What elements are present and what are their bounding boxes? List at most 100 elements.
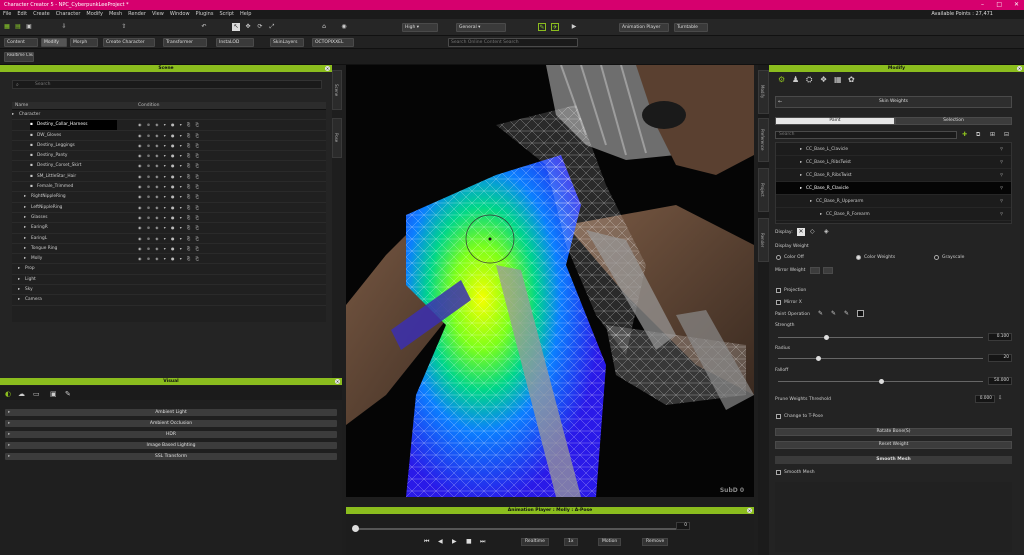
- condition-icons[interactable]: ◉ ⊕ ◈ ▾ ● ▾ ⎘ ⎗: [138, 223, 201, 233]
- mirror-right-button[interactable]: [823, 267, 833, 274]
- prev-key-icon[interactable]: ⏮: [424, 538, 429, 546]
- export-icon[interactable]: ⇧: [120, 23, 128, 31]
- pose-icon[interactable]: ✎: [538, 23, 546, 31]
- create-character-button[interactable]: Create Character: [103, 38, 155, 47]
- play-icon[interactable]: ▶: [452, 538, 457, 545]
- scene-tree-row[interactable]: ▸ Glasses ◉ ⊕ ◈ ▾ ● ▾ ⎘ ⎗: [12, 213, 326, 224]
- projection-checkbox[interactable]: [776, 288, 781, 293]
- open-project-icon[interactable]: ▤: [14, 23, 22, 31]
- grayscale-radio[interactable]: [934, 255, 939, 260]
- speed-dropdown[interactable]: 1x: [564, 538, 578, 546]
- expand-arrow-icon[interactable]: ▸: [24, 192, 26, 202]
- item-type-icon[interactable]: ▪: [30, 161, 33, 171]
- color-off-radio[interactable]: [776, 255, 781, 260]
- scene-tree-row[interactable]: ▪ Female_Trimmed ◉ ⊕ ◈ ▾ ● ▾ ⎘ ⎗: [12, 182, 326, 193]
- rotate-bones-button[interactable]: Rotate Bone(S): [775, 428, 1012, 436]
- smooth-mesh-section[interactable]: Smooth Mesh: [775, 456, 1012, 464]
- stop-icon[interactable]: ■: [466, 538, 472, 545]
- close-icon[interactable]: ✕: [747, 508, 752, 513]
- camera-icon[interactable]: ◉: [340, 23, 348, 31]
- scene-tree-row[interactable]: ▸ LeftNippleRing ◉ ⊕ ◈ ▾ ● ▾ ⎘ ⎗: [12, 203, 326, 213]
- replace-brush-icon[interactable]: [857, 310, 864, 317]
- timeline-scrubber[interactable]: [352, 525, 359, 532]
- modify-attribute-icon[interactable]: ⚙: [778, 75, 785, 84]
- menu-item-edit[interactable]: Edit: [14, 10, 30, 19]
- scene-tree-row[interactable]: ▪ Destiny_Leggings ◉ ⊕ ◈ ▾ ● ▾ ⎘ ⎗: [12, 141, 326, 152]
- shape-icon[interactable]: ❖: [820, 75, 827, 84]
- add-brush-icon[interactable]: ✎: [818, 310, 823, 317]
- lock-icon[interactable]: ⚲: [1000, 182, 1003, 195]
- item-type-icon[interactable]: ▪: [30, 131, 33, 141]
- close-icon[interactable]: ✕: [1017, 66, 1022, 71]
- bone-list-item[interactable]: ▸ CC_Base_L_Clavicle ⚲: [776, 143, 1011, 156]
- scene-tree-row[interactable]: ▸ Molly ◉ ⊕ ◈ ▾ ● ▾ ⎘ ⎗: [12, 254, 326, 265]
- tab-paint[interactable]: Paint: [775, 117, 895, 125]
- scale-tool-icon[interactable]: ⤢: [268, 23, 276, 31]
- condition-icons[interactable]: ◉ ⊕ ◈ ▾ ● ▾ ⎘ ⎗: [138, 131, 201, 141]
- mesh-display-icon[interactable]: ◈: [824, 228, 829, 235]
- condition-icons[interactable]: ◉ ⊕ ◈ ▾ ● ▾ ⎘ ⎗: [138, 182, 201, 192]
- condition-icons[interactable]: ◉ ⊕ ◈ ▾ ● ▾ ⎘ ⎗: [138, 151, 201, 161]
- motion-button[interactable]: Motion: [598, 538, 622, 546]
- scene-tree-row[interactable]: ▸ EaringL ◉ ⊕ ◈ ▾ ● ▾ ⎘ ⎗: [12, 234, 326, 244]
- close-icon[interactable]: ✕: [335, 379, 340, 384]
- bone-list-item[interactable]: ▸ CC_Base_R_Upperarm ⚲: [776, 195, 1011, 208]
- mirror-left-button[interactable]: [810, 267, 820, 274]
- turntable-button[interactable]: Turntable: [674, 23, 708, 32]
- online-search-input[interactable]: Search Online Content Search: [448, 38, 578, 47]
- close-icon[interactable]: ✕: [325, 66, 330, 71]
- condition-icons[interactable]: ◉ ⊕ ◈ ▾ ● ▾ ⎘ ⎗: [138, 161, 201, 171]
- visual-section-row[interactable]: ▸ Image Based Lighting: [5, 442, 337, 449]
- condition-icons[interactable]: ◉ ⊕ ◈ ▾ ● ▾ ⎘ ⎗: [138, 141, 201, 151]
- expand-arrow-icon[interactable]: ▸: [24, 223, 26, 233]
- close-button[interactable]: ✕: [1014, 0, 1019, 10]
- save-icon[interactable]: ▣: [25, 23, 33, 31]
- lock-icon[interactable]: ⚲: [1000, 208, 1003, 221]
- menu-item-file[interactable]: File: [0, 10, 14, 19]
- bone-display-icon[interactable]: ✕: [797, 228, 805, 236]
- smooth-brush-icon[interactable]: ✎: [844, 310, 849, 317]
- prune-threshold-field[interactable]: 0.000: [975, 395, 995, 403]
- item-type-icon[interactable]: ▪: [30, 172, 33, 182]
- menu-item-create[interactable]: Create: [30, 10, 53, 19]
- next-key-icon[interactable]: ⏭: [480, 538, 485, 546]
- condition-icons[interactable]: ◉ ⊕ ◈ ▾ ● ▾ ⎘ ⎗: [138, 244, 201, 254]
- menu-item-render[interactable]: Render: [125, 10, 149, 19]
- expand-arrow-icon[interactable]: ▸: [810, 195, 812, 208]
- tab-render[interactable]: Render: [758, 218, 769, 262]
- morph-button[interactable]: Morph: [70, 38, 98, 47]
- checker-icon[interactable]: ▦: [834, 75, 842, 84]
- scene-tree-row[interactable]: ▸ Camera: [12, 295, 326, 306]
- scene-tree-row[interactable]: ▸ Prop: [12, 264, 326, 275]
- pick-bone-icon[interactable]: ✚: [962, 131, 967, 138]
- image-icon[interactable]: ▣: [50, 390, 57, 398]
- undo-icon[interactable]: ↶: [200, 23, 208, 31]
- menu-item-help[interactable]: Help: [237, 10, 254, 19]
- realtime-clean-tab[interactable]: Realtime Clean: [4, 52, 34, 62]
- bone-list-item[interactable]: ▸ CC_Base_R_RibsTwist ⚲: [776, 169, 1011, 182]
- material-icon[interactable]: ⛭: [806, 75, 812, 85]
- back-arrow-icon[interactable]: ←: [778, 99, 782, 105]
- strength-field[interactable]: 0.100: [988, 333, 1012, 341]
- step-back-icon[interactable]: ◀: [438, 538, 443, 545]
- tab-scene[interactable]: Scene: [332, 70, 342, 110]
- scene-tree-row[interactable]: ▸ Tongue Ring ◉ ⊕ ◈ ▾ ● ▾ ⎘ ⎗: [12, 244, 326, 255]
- atmosphere-icon[interactable]: ☁: [18, 390, 25, 398]
- mode-dropdown[interactable]: General ▾: [456, 23, 506, 32]
- modify-button[interactable]: Modify: [41, 38, 67, 47]
- scene-tree-row[interactable]: ▪ Destiny_Panty ◉ ⊕ ◈ ▾ ● ▾ ⎘ ⎗: [12, 151, 326, 162]
- bone-list-item[interactable]: ▸ CC_Base_R_Clavicle ⚲: [776, 182, 1011, 195]
- condition-icons[interactable]: ◉ ⊕ ◈ ▾ ● ▾ ⎘ ⎗: [138, 234, 201, 244]
- collapse-icon[interactable]: ⊟: [1004, 131, 1009, 138]
- timeline-track[interactable]: [354, 528, 676, 530]
- radius-slider[interactable]: [778, 356, 983, 361]
- animation-player-button[interactable]: Animation Player: [619, 23, 669, 32]
- instalod-button[interactable]: InstaLOD: [216, 38, 254, 47]
- lock-icon[interactable]: ⚲: [1000, 156, 1003, 169]
- expand-arrow-icon[interactable]: ▸: [800, 182, 802, 195]
- menu-item-mesh[interactable]: Mesh: [106, 10, 125, 19]
- bone-list-item[interactable]: ▸ CC_Base_R_Forearm ⚲: [776, 208, 1011, 221]
- visual-section-row[interactable]: ▸ HDR: [5, 431, 337, 438]
- tab-modify[interactable]: Modify: [758, 70, 769, 114]
- item-type-icon[interactable]: ▪: [30, 182, 33, 192]
